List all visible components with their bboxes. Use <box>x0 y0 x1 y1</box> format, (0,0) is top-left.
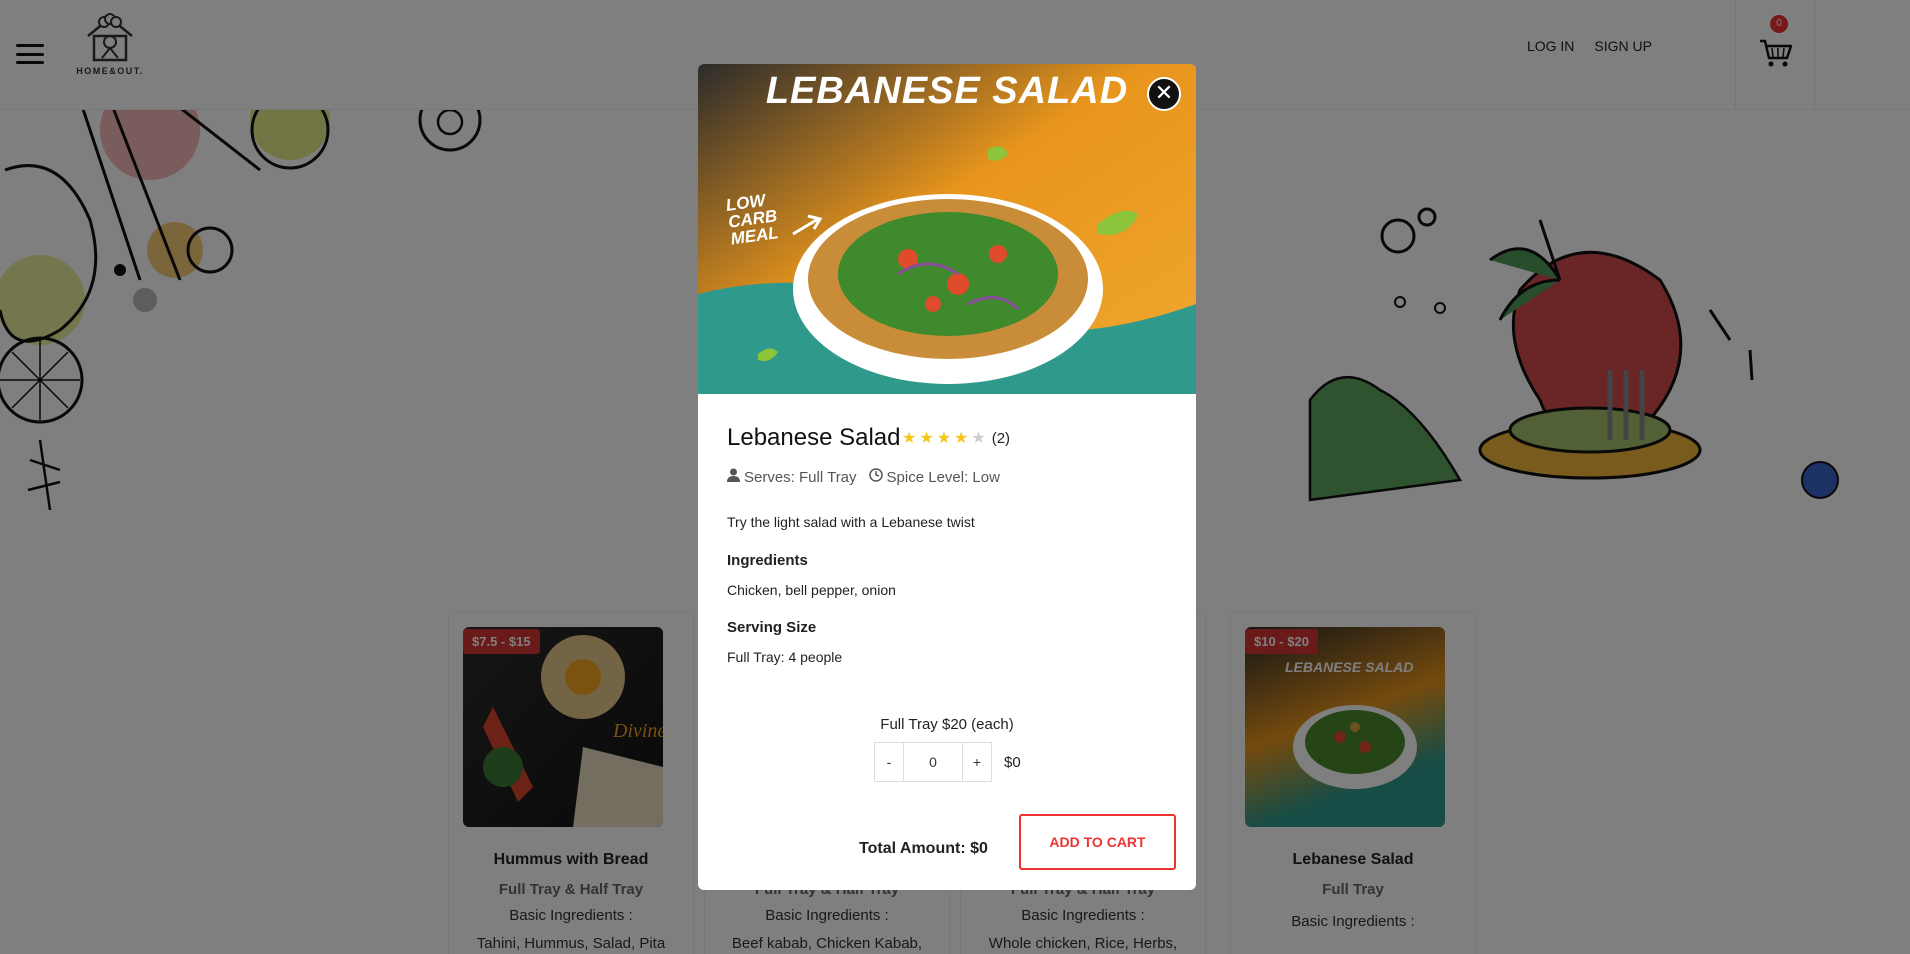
product-banner-image: LEBANESE SALAD LOW CARB MEAL ✕ <box>698 64 1196 394</box>
increase-button[interactable]: + <box>962 742 992 782</box>
close-button[interactable]: ✕ <box>1147 77 1181 111</box>
banner-title: LEBANESE SALAD <box>765 70 1129 112</box>
person-icon <box>727 468 740 486</box>
star-icon: ★ <box>902 430 917 447</box>
rating-stars: ★ ★ ★ ★ ★ (2) <box>902 428 1010 448</box>
add-to-cart-button[interactable]: ADD TO CART <box>1019 814 1176 870</box>
quantity-input[interactable] <box>904 742 962 782</box>
ingredients-text: Chicken, bell pepper, onion <box>727 582 896 598</box>
rating-count: (2) <box>991 429 1011 447</box>
spice-text: Spice Level: Low <box>886 469 1000 486</box>
serves-info: Serves: Full Tray <box>727 468 857 486</box>
product-description: Try the light salad with a Lebanese twis… <box>727 514 975 530</box>
serves-text: Serves: Full Tray <box>744 469 857 486</box>
clock-icon <box>868 468 883 486</box>
quantity-stepper: - + $0 <box>874 742 1021 782</box>
spice-info: Spice Level: Low <box>868 468 1000 486</box>
star-icon: ★ <box>954 430 969 447</box>
line-price: $0 <box>1004 753 1021 771</box>
tray-price-label: Full Tray $20 (each) <box>880 716 1014 733</box>
decrease-button[interactable]: - <box>874 742 904 782</box>
star-icon: ★ <box>919 430 934 447</box>
serving-size-heading: Serving Size <box>727 619 817 636</box>
star-empty-icon: ★ <box>971 430 986 447</box>
product-title: Lebanese Salad <box>727 424 901 451</box>
serving-size-text: Full Tray: 4 people <box>727 649 843 665</box>
product-detail-modal: LEBANESE SALAD LOW CARB MEAL ✕ Lebanese … <box>698 64 1196 890</box>
star-icon: ★ <box>936 430 952 447</box>
ingredients-heading: Ingredients <box>727 552 808 569</box>
product-meta: Serves: Full Tray Spice Level: Low <box>727 468 1000 486</box>
total-amount: Total Amount: $0 <box>859 840 988 857</box>
banner-low-carb-note: LOW CARB MEAL <box>724 190 780 249</box>
